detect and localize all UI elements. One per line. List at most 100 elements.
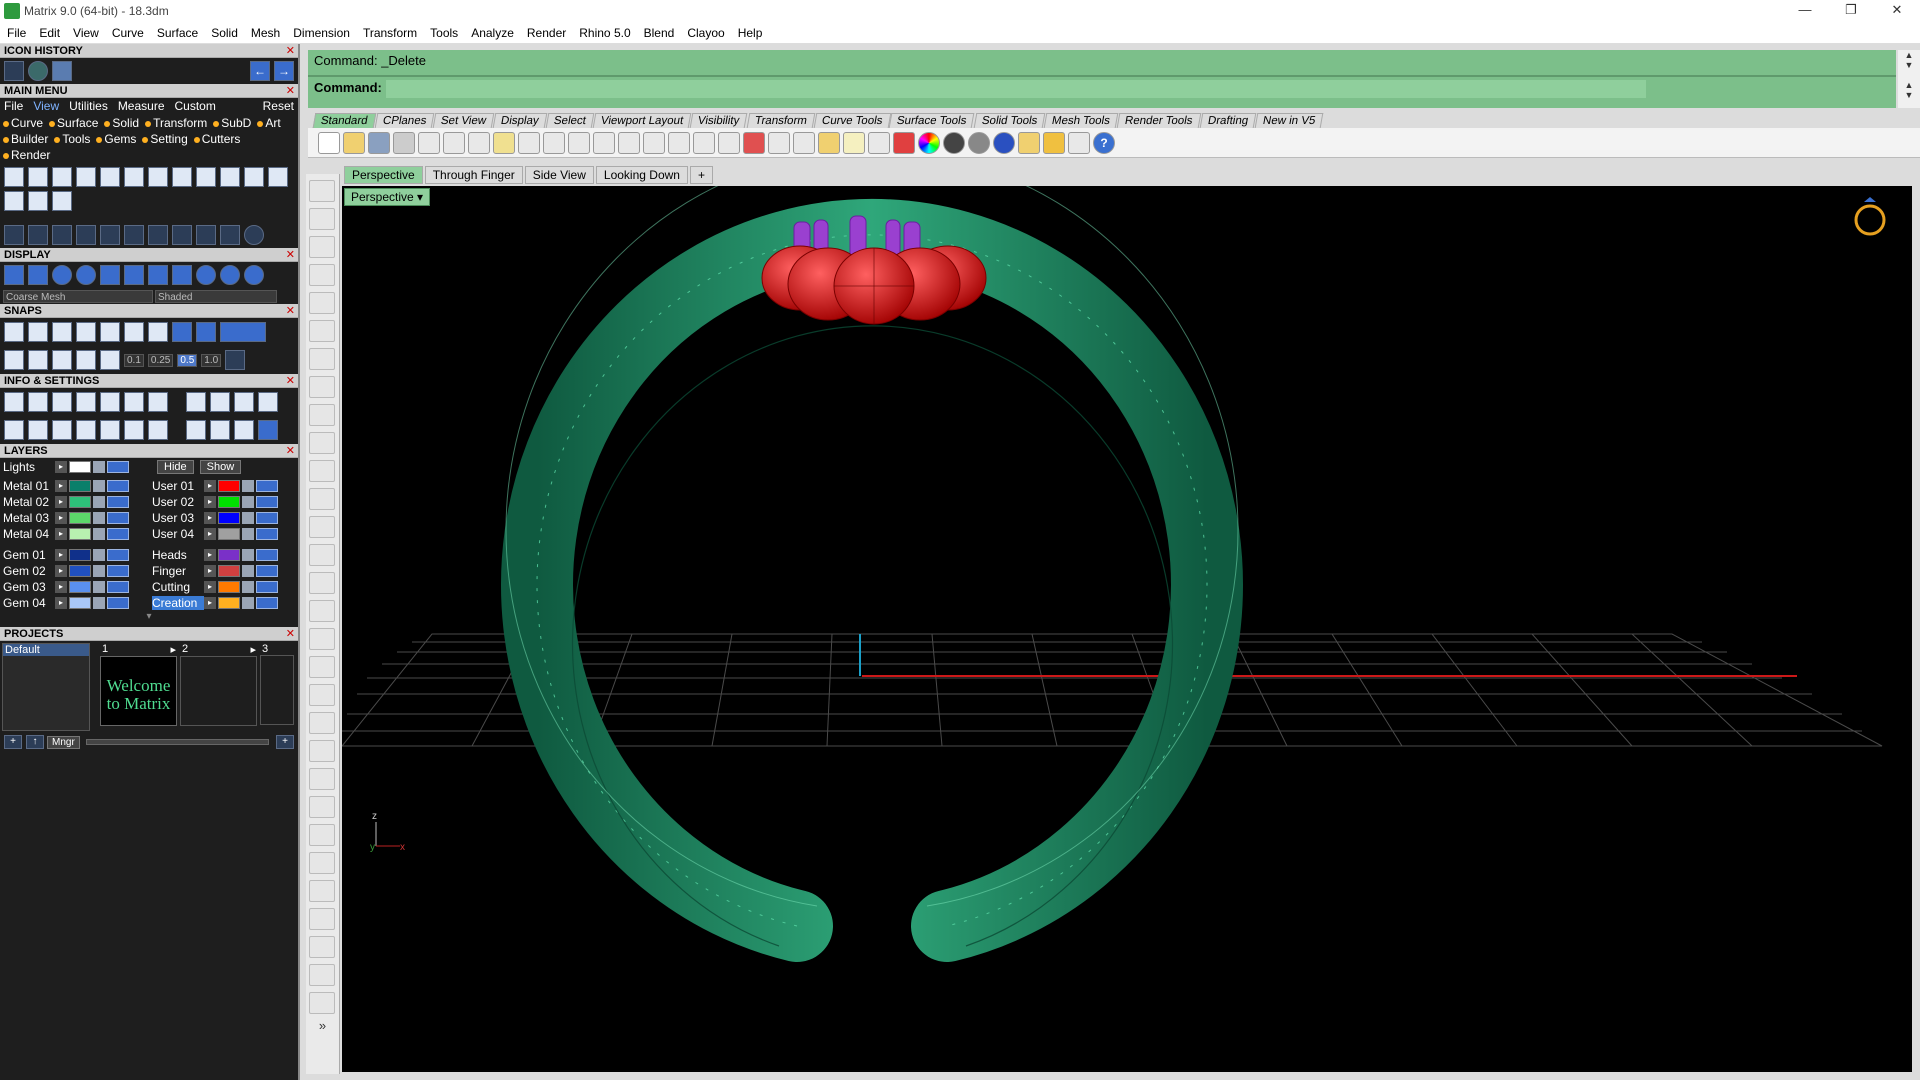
filter-icon[interactable]: [1018, 131, 1040, 154]
hide-button[interactable]: Hide: [157, 460, 194, 474]
print-icon[interactable]: [393, 131, 415, 154]
display-mode-icon[interactable]: [172, 265, 192, 285]
close-button[interactable]: ✕: [1874, 0, 1920, 22]
transform-tool-icon[interactable]: [220, 225, 240, 245]
menu-view[interactable]: View: [66, 26, 105, 40]
layer-row[interactable]: User 04 ▸: [152, 526, 298, 542]
layout-icon[interactable]: [4, 420, 24, 440]
info-tool-icon[interactable]: [258, 392, 278, 412]
view-tool-icon[interactable]: [220, 167, 240, 187]
transform-tool-icon[interactable]: [124, 225, 144, 245]
polyline-icon[interactable]: [309, 236, 335, 258]
transform-tool-icon[interactable]: [28, 225, 48, 245]
manager-button[interactable]: Mngr: [47, 735, 80, 749]
snap-end-icon[interactable]: [4, 322, 24, 342]
car-icon[interactable]: [743, 131, 765, 154]
grid-icon[interactable]: [225, 350, 246, 370]
snap-near-icon[interactable]: [28, 322, 48, 342]
mm-item-render[interactable]: Render: [3, 147, 53, 163]
info-tool-icon[interactable]: [234, 392, 254, 412]
tab-display[interactable]: Display: [493, 113, 548, 128]
target-icon[interactable]: [4, 191, 24, 211]
mm-item-builder[interactable]: Builder: [3, 131, 51, 147]
gear-icon[interactable]: [1043, 131, 1065, 154]
mm-item-transform[interactable]: Transform: [145, 115, 210, 131]
mm-item-setting[interactable]: Setting: [142, 131, 190, 147]
tab-set-view[interactable]: Set View: [432, 113, 495, 128]
curve-icon[interactable]: [309, 432, 335, 454]
undo-icon[interactable]: [518, 131, 540, 154]
info-tool-icon[interactable]: [234, 420, 254, 440]
menu-curve[interactable]: Curve: [105, 26, 150, 40]
gumball-icon[interactable]: [100, 350, 120, 370]
project-empty-slot[interactable]: [260, 655, 294, 725]
osnap-toggle-icon[interactable]: [818, 131, 840, 154]
mm-item-solid[interactable]: Solid: [104, 115, 142, 131]
dimension-icon[interactable]: [1068, 131, 1090, 154]
lock-icon[interactable]: [93, 461, 105, 473]
group-icon[interactable]: [309, 740, 335, 762]
view-tool-icon[interactable]: [100, 167, 120, 187]
tab-mesh-tools[interactable]: Mesh Tools: [1043, 113, 1119, 128]
shaded-ball-icon[interactable]: [943, 131, 965, 154]
export-icon[interactable]: [418, 131, 440, 154]
transform-tool-icon[interactable]: [76, 225, 96, 245]
back-arrow-icon[interactable]: ←: [250, 61, 270, 81]
tab-drafting[interactable]: Drafting: [1199, 113, 1257, 128]
mm-tab-measure[interactable]: Measure: [118, 99, 165, 113]
zoom-selected-icon[interactable]: [668, 131, 690, 154]
info-tool-icon[interactable]: [52, 392, 72, 412]
snap-perp-icon[interactable]: [148, 322, 168, 342]
project-scrollbar[interactable]: [85, 739, 269, 745]
view-tool-icon[interactable]: [148, 167, 168, 187]
folder-icon[interactable]: [52, 61, 72, 81]
lightbulb-icon[interactable]: [843, 131, 865, 154]
tab-visibility[interactable]: Visibility: [689, 113, 748, 128]
circle-tool-icon[interactable]: [309, 292, 335, 314]
menu-surface[interactable]: Surface: [150, 26, 204, 40]
block-icon[interactable]: [309, 908, 335, 930]
ring-gizmo-icon[interactable]: [1854, 197, 1886, 236]
menu-tools[interactable]: Tools: [423, 26, 464, 40]
transform-tool-icon[interactable]: [172, 225, 192, 245]
planar-icon[interactable]: [52, 350, 72, 370]
display-mode-icon[interactable]: [124, 265, 144, 285]
snap-value[interactable]: 0.25: [147, 353, 174, 367]
circle-icon[interactable]: [244, 225, 264, 245]
mm-tab-utilities[interactable]: Utilities: [69, 99, 108, 113]
menu-render[interactable]: Render: [520, 26, 572, 40]
transform-tool-icon[interactable]: [148, 225, 168, 245]
display-mode-icon[interactable]: [28, 265, 48, 285]
text-icon[interactable]: [309, 852, 335, 874]
mm-item-subd[interactable]: SubD: [213, 115, 254, 131]
move-icon[interactable]: [100, 225, 120, 245]
show-button[interactable]: Show: [199, 460, 242, 474]
transform-tool-icon[interactable]: [52, 225, 72, 245]
mm-item-curve[interactable]: Curve: [3, 115, 46, 131]
globe-icon[interactable]: [28, 61, 48, 81]
box-icon[interactable]: [309, 516, 335, 538]
info-tool-icon[interactable]: [76, 392, 96, 412]
view-tool-icon[interactable]: [28, 167, 48, 187]
menu-file[interactable]: File: [0, 26, 32, 40]
tab-cplanes[interactable]: CPlanes: [374, 113, 435, 128]
loft-icon[interactable]: [309, 488, 335, 510]
view-tool-icon[interactable]: [52, 191, 72, 211]
project-thumbnail[interactable]: Welcome to Matrix: [100, 656, 177, 726]
move-view-icon[interactable]: [568, 131, 590, 154]
up-arrow-icon[interactable]: ↑: [26, 735, 44, 749]
layer-row[interactable]: Gem 04 ▸: [3, 595, 149, 611]
tab-curve-tools[interactable]: Curve Tools: [813, 113, 891, 128]
shaded-sphere-icon[interactable]: [52, 265, 72, 285]
boolean-icon[interactable]: [309, 544, 335, 566]
display-mode-icon[interactable]: [148, 265, 168, 285]
menu-solid[interactable]: Solid: [204, 26, 244, 40]
rotate-view-icon[interactable]: [693, 131, 715, 154]
mm-item-cutters[interactable]: Cutters: [193, 131, 244, 147]
info-tool-icon[interactable]: [100, 392, 120, 412]
snap-value[interactable]: 0.1: [124, 353, 144, 367]
grid-snap-icon[interactable]: [4, 350, 24, 370]
snap-int-icon[interactable]: [124, 322, 144, 342]
view-tool-icon[interactable]: [124, 167, 144, 187]
polygon-icon[interactable]: [309, 348, 335, 370]
